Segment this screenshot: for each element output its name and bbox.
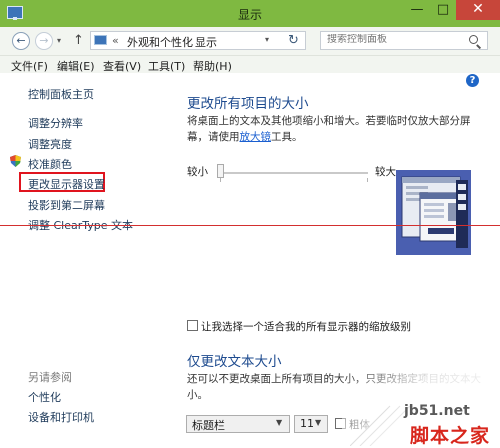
close-button[interactable]: ✕ [456, 0, 500, 20]
scale-level-label: 让我选择一个适合我的所有显示器的缩放级别 [201, 321, 411, 333]
back-arrow-icon[interactable]: ← [12, 32, 30, 50]
red-reference-line [0, 225, 500, 226]
see-also-personalization[interactable]: 个性化 [28, 389, 61, 405]
display-preview-image [396, 170, 471, 255]
title-bar[interactable]: 显示 — □ ✕ [0, 0, 500, 27]
font-size-select-value: 11 [300, 417, 314, 430]
menu-view[interactable]: 查看(V) [103, 58, 141, 74]
menu-bar: 文件(F) 编辑(E) 查看(V) 工具(T) 帮助(H) [0, 56, 500, 73]
breadcrumb-display[interactable]: 显示 [195, 34, 217, 50]
page-title: 更改所有项目的大小 [187, 96, 309, 112]
watermark-url: jb51.net [404, 403, 470, 419]
breadcrumb-overflow[interactable]: « [112, 34, 119, 47]
size-slider-track[interactable] [218, 172, 368, 174]
menu-edit[interactable]: 编辑(E) [57, 58, 95, 74]
search-icon[interactable] [469, 35, 478, 44]
scale-level-checkbox[interactable] [187, 320, 198, 331]
shield-icon [10, 155, 21, 167]
slider-min-label: 较小 [187, 166, 208, 178]
slider-tick [367, 178, 368, 182]
refresh-icon[interactable]: ↻ [288, 33, 299, 48]
watermark-stripes [350, 405, 410, 446]
sidebar-item-home[interactable]: 控制面板主页 [28, 86, 94, 102]
sidebar-item-calibrate[interactable]: 校准颜色 [28, 156, 72, 172]
size-slider-thumb[interactable] [217, 164, 224, 178]
minimize-button[interactable]: — [404, 0, 430, 20]
sidebar-item-brightness[interactable]: 调整亮度 [28, 136, 72, 152]
slider-tick [220, 178, 221, 182]
navigation-bar: ← → ▾ ↑ « 外观和个性化 › 显示 ▾ ↻ [0, 27, 500, 56]
control-panel-icon [94, 35, 107, 45]
menu-tools[interactable]: 工具(T) [148, 58, 185, 74]
chevron-down-icon: ▼ [315, 418, 322, 427]
forward-arrow-icon[interactable]: → [35, 32, 53, 50]
see-also-devices-printers[interactable]: 设备和打印机 [28, 409, 94, 425]
address-bar[interactable]: « 外观和个性化 › 显示 ▾ ↻ [90, 31, 306, 50]
sidebar [0, 73, 178, 446]
breadcrumb-appearance[interactable]: 外观和个性化 [127, 34, 193, 50]
watermark-brand: 脚本之家 [410, 425, 491, 447]
magnifier-link[interactable]: 放大镜 [240, 131, 272, 143]
element-select-value: 标题栏 [192, 419, 225, 432]
maximize-button[interactable]: □ [430, 0, 456, 20]
search-box[interactable] [320, 31, 488, 50]
font-size-select[interactable]: 11 ▼ [294, 415, 328, 433]
up-arrow-icon[interactable]: ↑ [73, 33, 84, 48]
help-icon[interactable]: ? [466, 74, 479, 87]
sidebar-item-resolution[interactable]: 调整分辨率 [28, 115, 83, 131]
search-input[interactable] [327, 34, 457, 45]
sidebar-item-second-screen[interactable]: 投影到第二屏幕 [28, 197, 105, 213]
size-description-suffix: 工具。 [271, 131, 303, 143]
chevron-down-icon: ▼ [276, 418, 283, 427]
menu-help[interactable]: 帮助(H) [193, 58, 232, 74]
slider-max-label: 较大 [375, 166, 396, 178]
size-description-line1: 将桌面上的文本及其他项缩小和增大。若要临时仅放大部分屏 [187, 115, 471, 127]
size-description-prefix: 幕，请使用 [187, 131, 240, 143]
menu-file[interactable]: 文件(F) [11, 58, 48, 74]
sidebar-item-monitor-settings[interactable]: 更改显示器设置 [28, 176, 105, 192]
text-size-description-line2: 小。 [187, 389, 208, 401]
address-dropdown-icon[interactable]: ▾ [265, 35, 269, 44]
size-description-line2: 幕，请使用放大镜工具。 [187, 129, 303, 145]
history-dropdown-icon[interactable]: ▾ [57, 36, 61, 45]
element-select[interactable]: 标题栏 ▼ [186, 415, 290, 433]
see-also-heading: 另请参阅 [28, 371, 72, 384]
breadcrumb-separator-icon[interactable]: › [186, 34, 190, 44]
text-size-title: 仅更改文本大小 [187, 354, 282, 370]
